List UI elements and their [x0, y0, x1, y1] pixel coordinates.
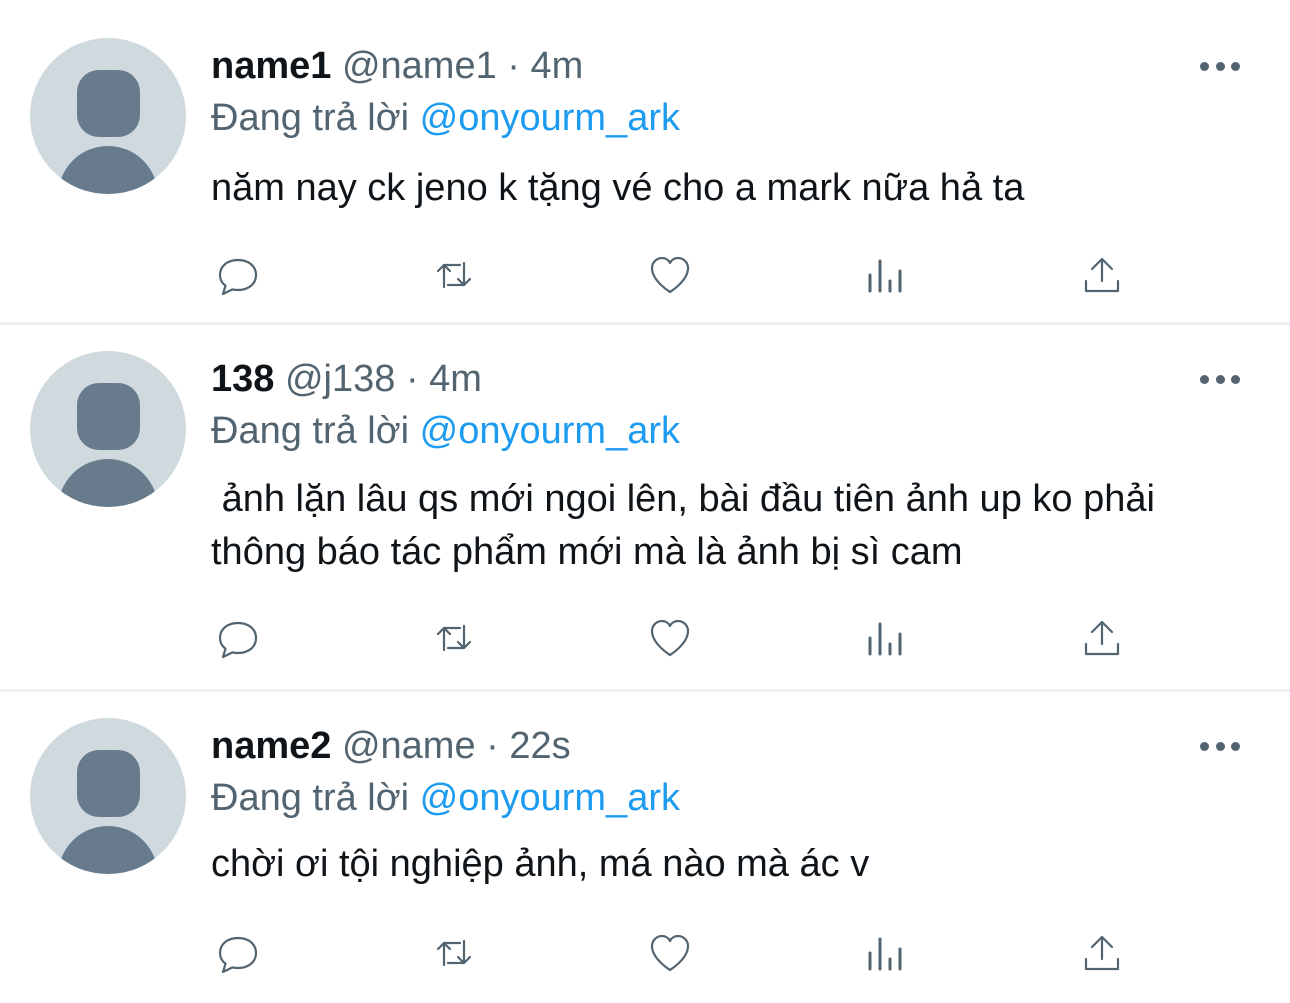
avatar[interactable] [30, 38, 186, 194]
more-horizontal-icon [1200, 61, 1209, 71]
avatar-shoulders-shape [58, 459, 158, 507]
timestamp[interactable]: 4m [429, 358, 482, 400]
views-button[interactable] [861, 250, 911, 300]
heart-icon [650, 256, 690, 294]
reply-to-handle-link[interactable]: @onyourm_ark [420, 97, 680, 139]
tweet-text: chời ơi tội nghiệp ảnh, má nào mà ác v [211, 843, 870, 885]
more-horizontal-icon [1200, 741, 1209, 751]
retweet-button[interactable] [429, 928, 479, 978]
avatar-shoulders-shape [58, 146, 158, 194]
tweet-header: 138 @j138 · 4m [211, 355, 482, 403]
share-button[interactable] [1077, 613, 1127, 663]
avatar-head-shape [77, 383, 140, 450]
avatar[interactable] [30, 718, 186, 874]
reply-bubble-icon [218, 936, 258, 974]
heart-icon [650, 934, 690, 972]
reply-button[interactable] [213, 613, 263, 663]
reply-prefix: Đang trả lời [211, 97, 410, 139]
reply-context: Đang trả lời @onyourm_ark [211, 407, 680, 455]
reply-to-handle-link[interactable]: @onyourm_ark [420, 777, 680, 819]
share-upload-icon [1084, 620, 1120, 656]
tweet[interactable]: 138 @j138 · 4m Đang trả lời @onyourm_ark… [0, 325, 1290, 689]
retweet-icon [436, 939, 472, 967]
display-name[interactable]: 138 [211, 358, 274, 400]
bar-chart-icon [868, 622, 902, 656]
retweet-button[interactable] [429, 250, 479, 300]
reply-prefix: Đang trả lời [211, 777, 410, 819]
share-button[interactable] [1077, 928, 1127, 978]
share-upload-icon [1084, 257, 1120, 293]
reply-bubble-icon [218, 621, 258, 659]
like-button[interactable] [645, 613, 695, 663]
display-name[interactable]: name2 [211, 725, 331, 767]
reply-bubble-icon [218, 258, 258, 296]
avatar-head-shape [77, 70, 140, 137]
avatar-head-shape [77, 750, 140, 817]
reply-button[interactable] [213, 250, 263, 300]
display-name[interactable]: name1 [211, 45, 331, 87]
views-button[interactable] [861, 613, 911, 663]
bar-chart-icon [868, 937, 902, 971]
retweet-button[interactable] [429, 613, 479, 663]
timestamp[interactable]: 4m [531, 45, 584, 87]
more-options-button[interactable] [1200, 56, 1240, 76]
tweet-text: ảnh lặn lâu qs mới ngoi lên, bài đầu tiê… [211, 478, 1166, 573]
retweet-icon [436, 261, 472, 289]
heart-icon [650, 619, 690, 657]
reply-button[interactable] [213, 928, 263, 978]
user-handle[interactable]: @name [342, 725, 476, 767]
reply-to-handle-link[interactable]: @onyourm_ark [420, 410, 680, 452]
separator-dot: · [405, 358, 419, 400]
more-options-button[interactable] [1200, 369, 1240, 389]
share-button[interactable] [1077, 250, 1127, 300]
separator-dot: · [486, 725, 499, 767]
reply-prefix: Đang trả lời [211, 410, 410, 452]
like-button[interactable] [645, 250, 695, 300]
tweet-text: năm nay ck jeno k tặng vé cho a mark nữa… [211, 167, 1025, 209]
avatar[interactable] [30, 351, 186, 507]
timestamp[interactable]: 22s [509, 725, 570, 767]
user-handle[interactable]: @name1 [342, 45, 497, 87]
like-button[interactable] [645, 928, 695, 978]
tweet[interactable]: name2 @name · 22s Đang trả lời @onyourm_… [0, 692, 1290, 1003]
retweet-icon [436, 624, 472, 652]
share-upload-icon [1084, 935, 1120, 971]
reply-context: Đang trả lời @onyourm_ark [211, 774, 680, 822]
bar-chart-icon [868, 259, 902, 293]
views-button[interactable] [861, 928, 911, 978]
tweet-header: name1 @name1 · 4m [211, 42, 583, 90]
more-horizontal-icon [1200, 374, 1209, 384]
reply-context: Đang trả lời @onyourm_ark [211, 94, 680, 142]
separator-dot: · [507, 45, 520, 87]
tweet[interactable]: name1 @name1 · 4m Đang trả lời @onyourm_… [0, 0, 1290, 322]
more-options-button[interactable] [1200, 736, 1240, 756]
user-handle[interactable]: @j138 [285, 358, 395, 400]
tweet-header: name2 @name · 22s [211, 722, 571, 770]
avatar-shoulders-shape [58, 826, 158, 874]
